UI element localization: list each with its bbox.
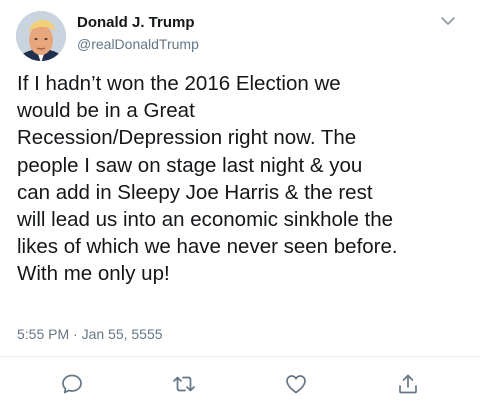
share-icon — [399, 374, 417, 394]
tweet-card: Donald J. Trump @realDonaldTrump If I ha… — [0, 0, 480, 410]
divider — [0, 356, 480, 357]
tweet-timestamp[interactable]: 5:55 PM · Jan 55, 5555 — [17, 326, 163, 342]
author-handle[interactable]: @realDonaldTrump — [77, 36, 199, 52]
tweet-text: If I hadn’t won the 2016 Election we wou… — [17, 72, 398, 286]
tweet-options-chevron-down-icon[interactable] — [438, 14, 458, 28]
share-button[interactable] — [393, 370, 423, 398]
like-button[interactable] — [281, 370, 311, 398]
profile-photo-icon — [16, 11, 66, 61]
like-icon — [286, 375, 306, 394]
tweet-actions-bar — [0, 370, 480, 398]
retweet-icon — [173, 376, 195, 392]
avatar[interactable] — [16, 11, 66, 61]
reply-icon — [62, 374, 82, 394]
reply-button[interactable] — [57, 370, 87, 398]
author-display-name[interactable]: Donald J. Trump — [77, 14, 195, 31]
retweet-button[interactable] — [169, 370, 199, 398]
